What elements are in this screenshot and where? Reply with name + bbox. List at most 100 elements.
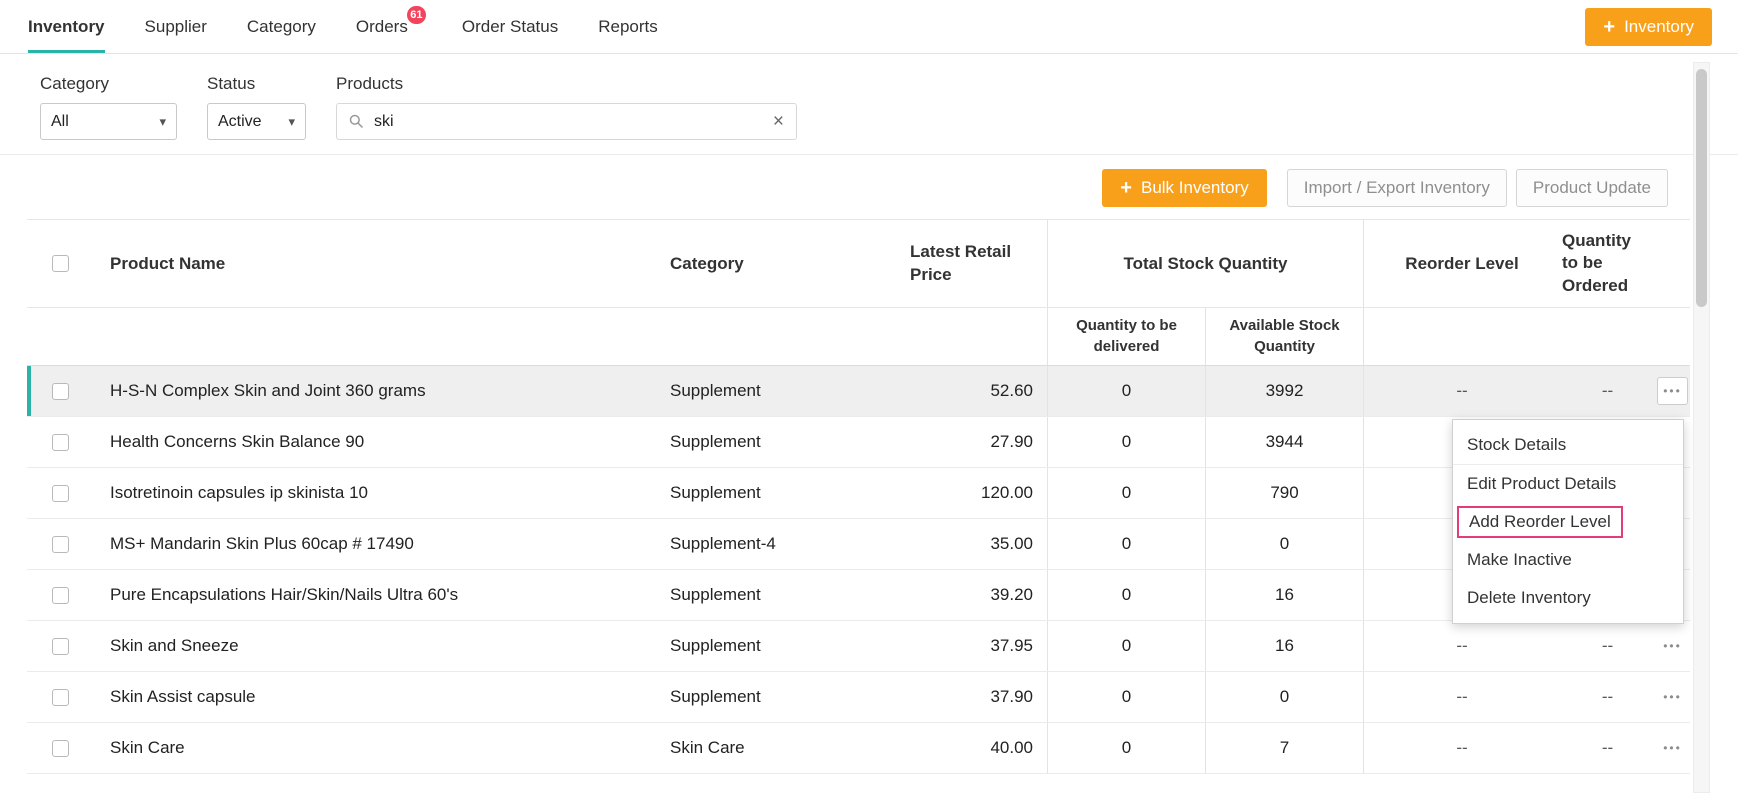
reorder-level-cell: -- — [1456, 687, 1468, 706]
nav-tab-orders[interactable]: Orders 61 — [355, 0, 426, 53]
import-export-inventory-button[interactable]: Import / Export Inventory — [1286, 169, 1507, 207]
row-checkbox[interactable] — [52, 637, 69, 655]
reorder-level-cell: -- — [1456, 636, 1468, 655]
table-row[interactable]: Skin and Sneeze Supplement 37.95 0 16 --… — [27, 621, 1690, 672]
table-row[interactable]: H-S-N Complex Skin and Joint 360 grams S… — [27, 366, 1690, 417]
header-reorder-level: Reorder Level — [1405, 253, 1519, 273]
row-actions-context-menu: Stock Details Edit Product Details Add R… — [1452, 419, 1684, 624]
row-checkbox[interactable] — [52, 433, 69, 451]
product-name-cell: Health Concerns Skin Balance 90 — [110, 432, 365, 451]
select-all-checkbox[interactable] — [52, 255, 69, 272]
status-filter-label: Status — [207, 74, 256, 93]
table-row[interactable]: Health Concerns Skin Balance 90 Suppleme… — [27, 417, 1690, 468]
bulk-inventory-button[interactable]: + Bulk Inventory — [1102, 169, 1267, 207]
row-actions-button[interactable]: ••• — [1659, 737, 1686, 759]
category-cell: Skin Care — [670, 738, 745, 757]
table-subheader-row: Quantity to be delivered Available Stock… — [27, 308, 1690, 366]
available-stock-cell: 3944 — [1206, 417, 1364, 467]
status-filter-group: Status Active ▾ — [207, 74, 306, 140]
table-row[interactable]: Pure Encapsulations Hair/Skin/Nails Ultr… — [27, 570, 1690, 621]
available-stock-cell: 790 — [1206, 468, 1364, 518]
qty-delivered-cell: 0 — [1047, 519, 1206, 569]
qty-delivered-cell: 0 — [1047, 570, 1206, 620]
table-row[interactable]: MS+ Mandarin Skin Plus 60cap # 17490 Sup… — [27, 519, 1690, 570]
row-checkbox[interactable] — [52, 382, 69, 400]
header-total-stock-quantity: Total Stock Quantity — [1047, 220, 1364, 307]
product-name-cell: H-S-N Complex Skin and Joint 360 grams — [110, 381, 426, 400]
bulk-inventory-button-label: Bulk Inventory — [1140, 178, 1249, 197]
add-inventory-button[interactable]: + Inventory — [1585, 7, 1712, 46]
orders-count-badge: 61 — [406, 6, 426, 24]
qty-delivered-cell: 0 — [1047, 366, 1206, 416]
price-cell: 120.00 — [981, 483, 1033, 502]
menu-item-make-inactive[interactable]: Make Inactive — [1453, 541, 1683, 579]
product-name-cell: Isotretinoin capsules ip skinista 10 — [110, 483, 368, 502]
category-cell: Supplement — [670, 483, 761, 502]
nav-tab-inventory[interactable]: Inventory — [28, 0, 105, 53]
row-checkbox[interactable] — [52, 484, 69, 502]
nav-tabs: Inventory Supplier Category Orders 61 Or… — [28, 0, 658, 53]
menu-item-edit-product-details[interactable]: Edit Product Details — [1453, 465, 1683, 503]
clear-search-icon[interactable]: × — [773, 112, 784, 131]
qty-delivered-cell: 0 — [1047, 468, 1206, 518]
available-stock-cell: 16 — [1206, 570, 1364, 620]
category-cell: Supplement — [670, 687, 761, 706]
products-filter-label: Products — [336, 74, 404, 93]
row-actions-button[interactable]: ••• — [1659, 635, 1686, 657]
nav-tab-orders-label: Orders — [355, 16, 408, 36]
annotation-highlight-box: Add Reorder Level — [1457, 506, 1623, 538]
add-inventory-button-label: Inventory — [1624, 16, 1694, 36]
nav-tab-category[interactable]: Category — [247, 0, 316, 53]
filters-panel: Category All ▾ Status Active ▾ Products … — [0, 54, 1738, 155]
price-cell: 27.90 — [990, 432, 1033, 451]
product-update-button[interactable]: Product Update — [1515, 169, 1668, 207]
row-actions-button[interactable]: ••• — [1657, 377, 1688, 405]
top-navigation: Inventory Supplier Category Orders 61 Or… — [0, 0, 1738, 54]
product-name-cell: Pure Encapsulations Hair/Skin/Nails Ultr… — [110, 585, 459, 604]
products-filter-group: Products × — [336, 74, 797, 140]
available-stock-cell: 16 — [1206, 621, 1364, 671]
row-checkbox[interactable] — [52, 586, 69, 604]
chevron-down-icon: ▾ — [159, 113, 166, 129]
nav-tab-reports[interactable]: Reports — [598, 0, 658, 53]
category-filter-value: All — [51, 112, 69, 130]
scrollbar-thumb[interactable] — [1696, 69, 1707, 307]
products-search-input[interactable] — [374, 112, 763, 131]
table-row[interactable]: Skin Care Skin Care 40.00 0 7 -- -- ••• — [27, 723, 1690, 774]
category-cell: Supplement — [670, 432, 761, 451]
product-name-cell: MS+ Mandarin Skin Plus 60cap # 17490 — [110, 534, 414, 553]
row-actions-button[interactable]: ••• — [1659, 686, 1686, 708]
row-checkbox[interactable] — [52, 535, 69, 553]
table-row[interactable]: Isotretinoin capsules ip skinista 10 Sup… — [27, 468, 1690, 519]
chevron-down-icon: ▾ — [288, 113, 295, 129]
price-cell: 37.95 — [990, 636, 1033, 655]
menu-item-stock-details[interactable]: Stock Details — [1453, 426, 1683, 465]
price-cell: 40.00 — [990, 738, 1033, 757]
menu-item-add-reorder-level[interactable]: Add Reorder Level — [1453, 503, 1683, 541]
category-cell: Supplement-4 — [670, 534, 776, 553]
subheader-quantity-to-be-delivered: Quantity to be delivered — [1047, 308, 1206, 365]
available-stock-cell: 3992 — [1206, 366, 1364, 416]
category-filter-select[interactable]: All ▾ — [40, 103, 177, 140]
available-stock-cell: 0 — [1206, 519, 1364, 569]
nav-tab-order-status[interactable]: Order Status — [462, 0, 558, 53]
header-product-name: Product Name — [110, 253, 226, 273]
product-name-cell: Skin and Sneeze — [110, 636, 239, 655]
price-cell: 39.20 — [990, 585, 1033, 604]
products-search-box: × — [336, 103, 797, 140]
header-latest-retail-price: Latest Retail Price — [910, 242, 1012, 284]
status-filter-select[interactable]: Active ▾ — [207, 103, 306, 140]
row-checkbox[interactable] — [52, 688, 69, 706]
available-stock-cell: 7 — [1206, 723, 1364, 773]
vertical-scrollbar[interactable] — [1693, 62, 1710, 793]
menu-item-delete-inventory[interactable]: Delete Inventory — [1453, 579, 1683, 617]
header-quantity-to-be-ordered: Quantity to be Ordered — [1562, 231, 1631, 295]
product-name-cell: Skin Assist capsule — [110, 687, 256, 706]
qty-ordered-cell: -- — [1601, 636, 1614, 655]
price-cell: 35.00 — [990, 534, 1033, 553]
category-cell: Supplement — [670, 636, 761, 655]
table-row[interactable]: Skin Assist capsule Supplement 37.90 0 0… — [27, 672, 1690, 723]
nav-tab-supplier[interactable]: Supplier — [145, 0, 207, 53]
row-checkbox[interactable] — [52, 739, 69, 757]
qty-delivered-cell: 0 — [1047, 723, 1206, 773]
